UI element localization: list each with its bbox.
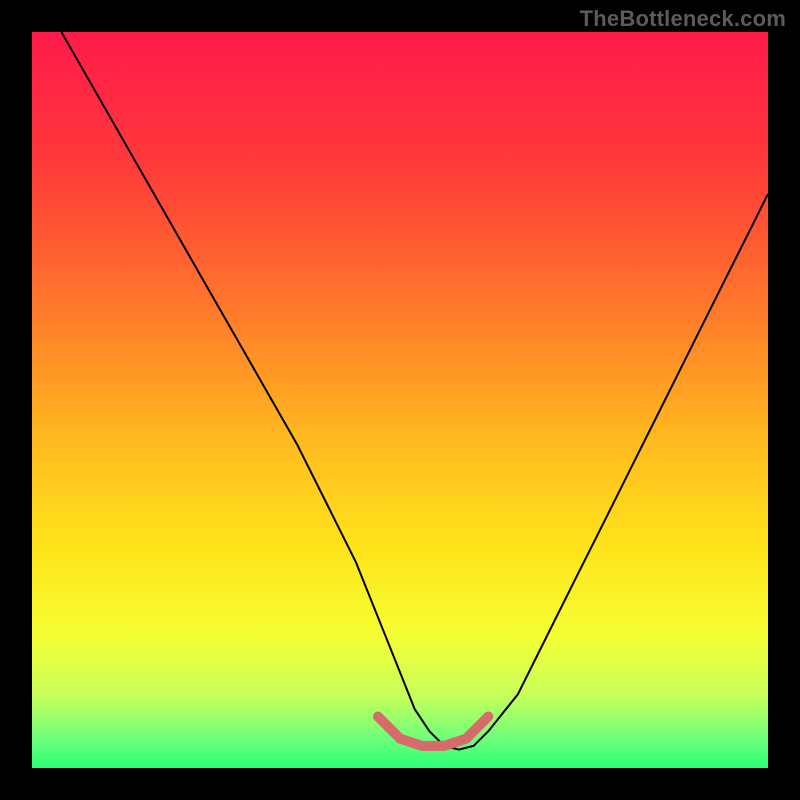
chart-frame: TheBottleneck.com [0, 0, 800, 800]
bottleneck-curve-chart [0, 0, 800, 800]
plot-background [32, 32, 768, 768]
watermark-text: TheBottleneck.com [580, 6, 786, 32]
